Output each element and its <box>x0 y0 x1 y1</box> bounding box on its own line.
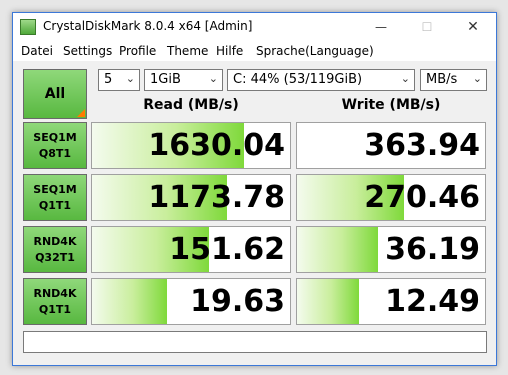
comment-input[interactable] <box>23 331 487 353</box>
test-name: SEQ1M <box>33 182 77 196</box>
app-icon <box>20 19 36 35</box>
read-result-cell: 1630.04 <box>91 122 291 169</box>
read-value: 151.62 <box>169 232 285 267</box>
write-value: 36.19 <box>385 232 480 267</box>
chevron-down-icon: ⌄ <box>125 72 135 85</box>
test-params: Q32T1 <box>35 250 75 264</box>
all-button-label: All <box>44 86 66 102</box>
test-button-rnd4k-q32t1[interactable]: RND4K Q32T1 <box>23 226 87 273</box>
menu-bar: Datei Settings Profile Theme Hilfe Sprac… <box>13 41 496 61</box>
read-result-cell: 1173.78 <box>91 174 291 221</box>
chevron-down-icon: ⌄ <box>208 72 218 85</box>
read-column-header: Read (MB/s) <box>143 97 239 113</box>
title-bar[interactable]: CrystalDiskMark 8.0.4 x64 [Admin] — ☐ ✕ <box>13 13 496 41</box>
app-window: CrystalDiskMark 8.0.4 x64 [Admin] — ☐ ✕ … <box>12 12 497 366</box>
test-button-seq1m-q8t1[interactable]: SEQ1M Q8T1 <box>23 122 87 169</box>
menu-language[interactable]: Sprache(Language) <box>256 44 374 58</box>
menu-theme[interactable]: Theme <box>167 44 208 58</box>
test-params: Q1T1 <box>38 198 72 212</box>
test-name: RND4K <box>33 286 77 300</box>
write-result-cell: 363.94 <box>296 122 486 169</box>
test-button-seq1m-q1t1[interactable]: SEQ1M Q1T1 <box>23 174 87 221</box>
menu-datei[interactable]: Datei <box>21 44 53 58</box>
test-name: RND4K <box>33 234 77 248</box>
all-button[interactable]: All <box>23 69 87 119</box>
menu-hilfe[interactable]: Hilfe <box>216 44 243 58</box>
read-value: 1173.78 <box>148 180 285 215</box>
read-value: 19.63 <box>190 284 285 319</box>
menu-profile[interactable]: Profile <box>119 44 156 58</box>
minimize-button[interactable]: — <box>358 13 404 41</box>
unit-value: MB/s <box>426 72 458 87</box>
drive-value: C: 44% (53/119GiB) <box>233 72 363 87</box>
read-progress-bar <box>92 279 168 324</box>
close-button[interactable]: ✕ <box>450 13 496 41</box>
test-params: Q1T1 <box>38 302 72 316</box>
write-progress-bar <box>297 279 360 324</box>
test-button-rnd4k-q1t1[interactable]: RND4K Q1T1 <box>23 278 87 325</box>
chevron-down-icon: ⌄ <box>400 72 410 85</box>
write-value: 363.94 <box>364 128 480 163</box>
chevron-down-icon: ⌄ <box>472 72 482 85</box>
maximize-button[interactable]: ☐ <box>404 13 450 41</box>
test-name: SEQ1M <box>33 130 77 144</box>
read-result-cell: 19.63 <box>91 278 291 325</box>
write-column-header: Write (MB/s) <box>341 97 441 113</box>
write-result-cell: 12.49 <box>296 278 486 325</box>
orange-corner-marker <box>77 109 85 117</box>
write-value: 12.49 <box>385 284 480 319</box>
unit-select[interactable]: MB/s ⌄ <box>420 69 487 91</box>
test-size-select[interactable]: 1GiB ⌄ <box>144 69 223 91</box>
write-progress-bar <box>297 227 378 272</box>
test-size-value: 1GiB <box>150 72 181 87</box>
window-title: CrystalDiskMark 8.0.4 x64 [Admin] <box>43 19 253 33</box>
menu-settings[interactable]: Settings <box>63 44 112 58</box>
test-params: Q8T1 <box>38 146 72 160</box>
write-result-cell: 270.46 <box>296 174 486 221</box>
test-count-select[interactable]: 5 ⌄ <box>98 69 140 91</box>
write-value: 270.46 <box>364 180 480 215</box>
read-result-cell: 151.62 <box>91 226 291 273</box>
test-count-value: 5 <box>104 72 113 87</box>
write-result-cell: 36.19 <box>296 226 486 273</box>
read-value: 1630.04 <box>148 128 285 163</box>
drive-select[interactable]: C: 44% (53/119GiB) ⌄ <box>227 69 415 91</box>
